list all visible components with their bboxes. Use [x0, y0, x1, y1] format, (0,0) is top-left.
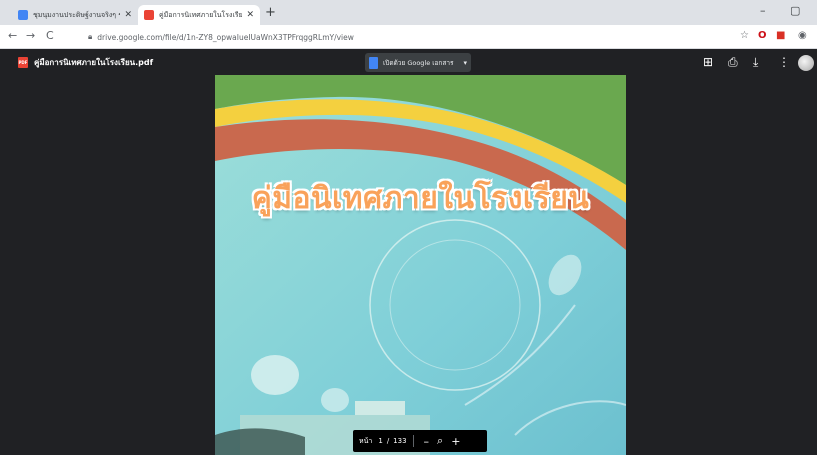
zoom-icon[interactable]: ⌕ [437, 434, 443, 448]
download-icon[interactable]: ⤓ [753, 55, 758, 70]
tab-title: ชุมนุมงานประดิษฐ์งานจริงๆ ชุดนักเรียน กา… [33, 10, 120, 19]
bookmark-star-icon[interactable]: ☆ [740, 30, 749, 41]
tab-title: คู่มือการนิเทศภายในโรงเรียน.pdf - Google… [159, 10, 243, 19]
profile-icon[interactable]: ◉ [798, 30, 807, 41]
account-avatar[interactable] [798, 55, 814, 71]
pdf-file-icon: PDF [18, 57, 28, 68]
print-icon[interactable]: ⎙ [728, 55, 738, 70]
cover-artwork [215, 75, 626, 455]
tab-strip: ชุมนุมงานประดิษฐ์งานจริงๆ ชุดนักเรียน กา… [0, 0, 817, 25]
extension-icon[interactable]: ■ [776, 30, 785, 41]
open-with-google-docs-button[interactable]: เปิดด้วย Google เอกสาร ▾ [365, 53, 471, 72]
add-comment-icon[interactable]: ⊞ [703, 55, 713, 69]
zoom-in-button[interactable]: + [451, 435, 460, 448]
open-with-label: เปิดด้วย Google เอกสาร [383, 58, 454, 67]
url-text: drive.google.com/file/d/1n-ZY8_opwaIueIU… [97, 32, 354, 42]
close-icon[interactable]: ✕ [246, 10, 254, 20]
forms-favicon-icon [18, 10, 28, 20]
browser-toolbar: ← → C 🔒︎ drive.google.com/file/d/1n-ZY8_… [0, 25, 817, 49]
tab-school-activity[interactable]: ชุมนุมงานประดิษฐ์งานจริงๆ ชุดนักเรียน กา… [12, 5, 138, 25]
total-pages: 133 [393, 437, 407, 445]
tab-drive-pdf[interactable]: คู่มือการนิเทศภายในโรงเรียน.pdf - Google… [138, 5, 260, 25]
pdf-favicon-icon [144, 10, 154, 20]
minimize-button[interactable]: – [760, 4, 766, 17]
new-tab-button[interactable]: + [265, 5, 276, 20]
chevron-down-icon[interactable]: ▾ [463, 59, 467, 67]
current-page-input[interactable]: 1 [378, 437, 382, 445]
page-controls: หน้า 1 / 133 – ⌕ + [353, 430, 487, 452]
maximize-button[interactable]: ▢ [790, 4, 800, 17]
back-arrow-icon[interactable]: ← [8, 29, 17, 42]
zoom-out-button[interactable]: – [424, 435, 430, 448]
google-docs-icon [369, 56, 378, 69]
page-separator: / [386, 437, 390, 445]
page-label: หน้า [359, 436, 373, 445]
opera-extension-icon[interactable]: O [758, 30, 767, 41]
reload-icon[interactable]: C [46, 29, 54, 42]
more-vert-icon[interactable]: ⋮ [778, 55, 790, 69]
address-bar[interactable]: 🔒︎ drive.google.com/file/d/1n-ZY8_opwaIu… [88, 29, 708, 45]
viewer-header: PDF คู่มือการนิเทศภายในโรงเรียน.pdf เปิด… [0, 49, 817, 75]
pdf-page: คู่มือนิเทศภายในโรงเรียน [215, 75, 626, 455]
forward-arrow-icon[interactable]: → [26, 29, 35, 42]
close-icon[interactable]: ✕ [124, 10, 132, 20]
cover-title: คู่มือนิเทศภายในโรงเรียน [251, 181, 590, 216]
file-name: คู่มือการนิเทศภายในโรงเรียน.pdf [34, 58, 154, 67]
lock-icon: 🔒︎ [88, 32, 93, 41]
divider [412, 435, 414, 447]
